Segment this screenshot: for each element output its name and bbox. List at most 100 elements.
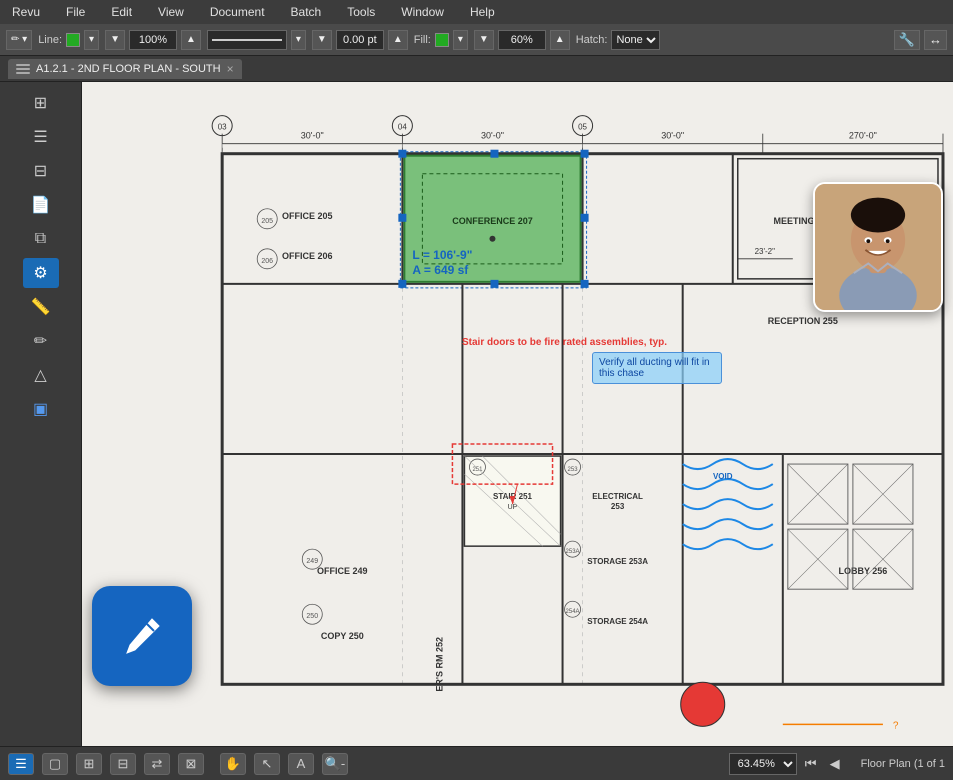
svg-text:ELECTRICAL: ELECTRICAL [592, 492, 643, 501]
line-label: Line: [38, 34, 62, 46]
sidebar-shape[interactable]: △ [23, 360, 59, 390]
drawing-area: 30'-0" 30'-0" 30'-0" 270'-0" 03 04 05 [82, 82, 953, 746]
menu-document[interactable]: Document [206, 3, 269, 21]
sidebar-settings[interactable]: ⚙ [23, 258, 59, 288]
sidebar-detail[interactable]: ▣ [23, 394, 59, 424]
statusbar-layout2-btn[interactable]: ⊞ [76, 753, 102, 775]
tool-extra2[interactable]: ↔ [924, 30, 947, 50]
menubar: Revu File Edit View Document Batch Tools… [0, 0, 953, 24]
hatch-label: Hatch: [576, 34, 608, 46]
statusbar-cursor-tool[interactable]: ↖ [254, 753, 280, 775]
pen-icon [117, 611, 167, 661]
menu-view[interactable]: View [154, 3, 188, 21]
statusbar-hand-tool[interactable]: ✋ [220, 753, 246, 775]
svg-text:OFFICE 206: OFFICE 206 [282, 251, 333, 261]
point-down-btn[interactable]: ▼ [312, 30, 332, 50]
zoom-down-btn[interactable]: ▼ [105, 30, 125, 50]
menu-help[interactable]: Help [466, 3, 499, 21]
line-color-box[interactable] [66, 33, 80, 47]
fill-group: Fill: ▾ [414, 30, 468, 50]
opacity-input[interactable] [498, 30, 546, 50]
svg-text:30'-0": 30'-0" [301, 131, 324, 141]
statusbar-text-tool[interactable]: A [288, 753, 314, 775]
svg-text:04: 04 [398, 123, 407, 132]
tool-extra1[interactable]: 🔧 [894, 30, 920, 50]
line-group: Line: ▾ [38, 30, 99, 50]
svg-text:05: 05 [578, 123, 587, 132]
tab-title: A1.2.1 - 2ND FLOOR PLAN - SOUTH [36, 63, 221, 75]
red-annotation: Stair doors to be fire rated assemblies,… [462, 337, 667, 348]
svg-text:ER'S RM 252: ER'S RM 252 [434, 637, 444, 692]
fill-color-box[interactable] [435, 33, 449, 47]
sidebar-list[interactable]: ☰ [23, 122, 59, 152]
nav-first-btn[interactable]: ⏮ [801, 753, 821, 775]
svg-text:270'-0": 270'-0" [849, 131, 877, 141]
main-area: ⊞ ☰ ⊟ 📄 ⧉ ⚙ 📏 ✏ △ ▣ 30'-0" [0, 82, 953, 746]
statusbar-layout3-btn[interactable]: ⊟ [110, 753, 136, 775]
svg-text:03: 03 [218, 123, 227, 132]
statusbar-sync-btn[interactable]: ⊠ [178, 753, 204, 775]
line-style-group: ▾ [207, 30, 306, 50]
svg-text:250: 250 [306, 613, 318, 620]
sidebar-document[interactable]: 📄 [23, 190, 59, 220]
svg-text:CONFERENCE 207: CONFERENCE 207 [452, 216, 533, 226]
line-style-arrow[interactable]: ▾ [291, 30, 306, 50]
zoom-up-btn[interactable]: ▲ [181, 30, 201, 50]
svg-text:A = 649 sf: A = 649 sf [412, 263, 469, 277]
toolbar: ✏ ▾ Line: ▾ ▼ ▲ ▾ ▼ ▲ Fill: ▾ ▼ ▲ Hatch:… [0, 24, 953, 56]
person-photo [813, 182, 943, 312]
statusbar-layout1-btn[interactable]: ▢ [42, 753, 68, 775]
zoom-input[interactable] [129, 30, 177, 50]
svg-text:253: 253 [611, 502, 625, 511]
svg-text:STORAGE 253A: STORAGE 253A [587, 557, 648, 566]
opacity-down-btn[interactable]: ▼ [474, 30, 494, 50]
blue-callout: Verify all ducting will fit in this chas… [592, 352, 722, 384]
sidebar-layers[interactable]: ⊞ [23, 88, 59, 118]
svg-text:206: 206 [261, 258, 273, 265]
svg-text:OFFICE 249: OFFICE 249 [317, 566, 368, 576]
svg-text:STORAGE 254A: STORAGE 254A [587, 617, 648, 626]
menu-revu[interactable]: Revu [8, 3, 44, 21]
statusbar-zoomout-btn[interactable]: 🔍- [322, 753, 348, 775]
fill-color-arrow[interactable]: ▾ [453, 30, 468, 50]
menu-edit[interactable]: Edit [107, 3, 136, 21]
floor-plan-label: Floor Plan (1 of 1 [861, 758, 945, 770]
hatch-group: Hatch: None [576, 30, 661, 50]
tab-close-button[interactable]: × [227, 63, 234, 75]
zoom-group: 63.45% ⏮ ◀ [729, 753, 845, 775]
tabbar: A1.2.1 - 2ND FLOOR PLAN - SOUTH × [0, 56, 953, 82]
nav-prev-btn[interactable]: ◀ [825, 753, 845, 775]
opacity-up-btn[interactable]: ▲ [550, 30, 570, 50]
point-group: ▼ ▲ [312, 30, 408, 50]
svg-text:?: ? [893, 720, 899, 731]
line-color-arrow[interactable]: ▾ [84, 30, 99, 50]
menu-window[interactable]: Window [397, 3, 448, 21]
zoom-group: ▼ ▲ [105, 30, 201, 50]
line-style-preview[interactable] [207, 30, 287, 50]
document-tab[interactable]: A1.2.1 - 2ND FLOOR PLAN - SOUTH × [8, 59, 242, 79]
svg-text:249: 249 [306, 558, 318, 565]
hatch-select[interactable]: None [611, 30, 660, 50]
extra-tools: 🔧 ↔ [894, 30, 947, 50]
sidebar-measure[interactable]: 📏 [23, 292, 59, 322]
sidebar-connect[interactable]: ⧉ [23, 224, 59, 254]
svg-text:254A: 254A [566, 609, 580, 615]
zoom-level-select[interactable]: 63.45% [729, 753, 797, 775]
menu-file[interactable]: File [62, 3, 89, 21]
svg-text:30'-0": 30'-0" [661, 131, 684, 141]
layers-tab-icon [16, 62, 30, 76]
point-up-btn[interactable]: ▲ [388, 30, 408, 50]
sidebar-markup[interactable]: ✏ [23, 326, 59, 356]
statusbar-list-btn[interactable]: ☰ [8, 753, 34, 775]
fill-opacity-group: ▼ ▲ [474, 30, 570, 50]
statusbar: ☰ ▢ ⊞ ⊟ ⇄ ⊠ ✋ ↖ A 🔍- 63.45% ⏮ ◀ Floor Pl… [0, 746, 953, 780]
menu-tools[interactable]: Tools [343, 3, 379, 21]
sidebar-grid[interactable]: ⊟ [23, 156, 59, 186]
svg-text:OFFICE 205: OFFICE 205 [282, 211, 333, 221]
tool-selector-button[interactable]: ✏ ▾ [6, 30, 32, 50]
point-input[interactable] [336, 30, 384, 50]
svg-text:253A: 253A [566, 549, 580, 555]
edit-pen-overlay[interactable] [92, 586, 192, 686]
statusbar-compare-btn[interactable]: ⇄ [144, 753, 170, 775]
menu-batch[interactable]: Batch [287, 3, 326, 21]
